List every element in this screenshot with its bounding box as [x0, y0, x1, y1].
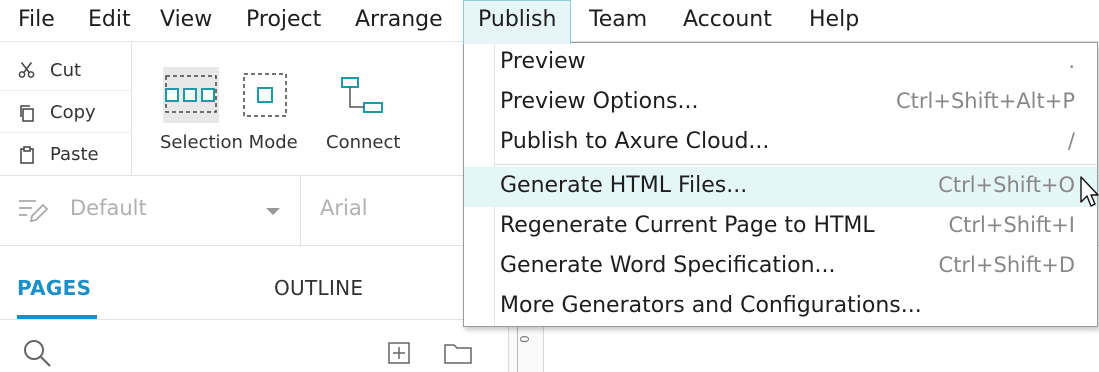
menu-item-shortcut: Ctrl+Shift+O — [938, 173, 1075, 197]
menu-bar: File Edit View Project Arrange Publish T… — [0, 0, 1099, 44]
mouse-pointer-icon — [1080, 176, 1099, 207]
selection-intersect-icon — [163, 67, 219, 123]
connector-icon — [341, 77, 383, 113]
menu-item-generate-html[interactable]: Generate HTML Files... Ctrl+Shift+O — [464, 167, 1097, 207]
style-edit-icon — [19, 200, 48, 223]
menu-separator — [495, 164, 1097, 165]
menu-item-label: More Generators and Configurations... — [500, 293, 922, 318]
font-select[interactable]: Arial — [320, 196, 368, 220]
scissors-icon — [18, 62, 35, 78]
menu-file[interactable]: File — [4, 0, 69, 42]
cut-button[interactable]: Cut — [0, 48, 132, 92]
menu-item-label: Generate Word Specification... — [500, 253, 836, 278]
menu-account[interactable]: Account — [669, 0, 786, 42]
menu-item-label: Publish to Axure Cloud... — [500, 129, 770, 154]
tab-pages[interactable]: PAGES — [17, 276, 91, 300]
menu-item-preview[interactable]: Preview . — [464, 43, 1097, 83]
style-divider — [300, 176, 301, 246]
ruler-line — [517, 326, 518, 372]
menu-view[interactable]: View — [146, 0, 226, 42]
menu-edit[interactable]: Edit — [74, 0, 145, 42]
panel-tabs: PAGES OUTLINE — [0, 246, 505, 320]
menu-item-label: Regenerate Current Page to HTML — [500, 213, 875, 238]
menu-item-label: Preview Options... — [500, 89, 699, 114]
menu-item-shortcut: . — [1068, 49, 1075, 73]
copy-button[interactable]: Copy — [0, 90, 132, 134]
menu-help[interactable]: Help — [795, 0, 873, 42]
menu-item-shortcut: Ctrl+Shift+D — [938, 253, 1075, 277]
menu-publish[interactable]: Publish — [463, 0, 572, 44]
folder-icon[interactable] — [444, 342, 472, 364]
menu-item-preview-options[interactable]: Preview Options... Ctrl+Shift+Alt+P — [464, 83, 1097, 123]
paste-label: Paste — [50, 144, 99, 165]
chevron-down-icon[interactable] — [266, 208, 280, 216]
menu-item-shortcut: Ctrl+Shift+I — [948, 213, 1075, 237]
menu-item-word-spec[interactable]: Generate Word Specification... Ctrl+Shif… — [464, 247, 1097, 287]
connect-label: Connect — [326, 132, 401, 153]
selection-intersect-button[interactable] — [162, 66, 220, 128]
add-page-icon[interactable] — [388, 342, 410, 364]
copy-icon — [20, 104, 34, 122]
selection-contain-icon — [243, 73, 287, 117]
menu-project[interactable]: Project — [232, 0, 335, 42]
selection-mode-label: Selection Mode — [160, 132, 298, 153]
publish-dropdown-menu: Preview . Preview Options... Ctrl+Shift+… — [463, 42, 1098, 327]
search-icon[interactable] — [22, 338, 52, 368]
clipboard-icon — [20, 145, 34, 164]
connect-button[interactable] — [340, 76, 386, 120]
menu-item-publish-cloud[interactable]: Publish to Axure Cloud... / — [464, 123, 1097, 163]
menu-item-label: Preview — [500, 49, 586, 74]
menu-item-label: Generate HTML Files... — [500, 173, 748, 198]
menu-item-regenerate-page[interactable]: Regenerate Current Page to HTML Ctrl+Shi… — [464, 207, 1097, 247]
clipboard-group: Cut Copy Paste — [0, 42, 132, 176]
ruler-tick-label: 0 — [517, 335, 532, 343]
vertical-ruler: 0 — [508, 320, 544, 372]
paste-button[interactable]: Paste — [0, 132, 132, 176]
pages-toolbar — [0, 320, 505, 372]
menu-arrange[interactable]: Arrange — [341, 0, 457, 42]
menu-item-more-generators[interactable]: More Generators and Configurations... — [464, 287, 1097, 327]
menu-item-shortcut: Ctrl+Shift+Alt+P — [896, 89, 1075, 113]
cut-label: Cut — [50, 59, 82, 81]
selection-contain-button[interactable] — [242, 72, 288, 122]
menu-team[interactable]: Team — [575, 0, 661, 42]
style-select[interactable]: Default — [70, 196, 147, 220]
tab-outline[interactable]: OUTLINE — [274, 276, 363, 300]
copy-label: Copy — [50, 102, 96, 123]
menu-item-shortcut: / — [1067, 129, 1075, 153]
tab-active-indicator — [17, 315, 97, 319]
